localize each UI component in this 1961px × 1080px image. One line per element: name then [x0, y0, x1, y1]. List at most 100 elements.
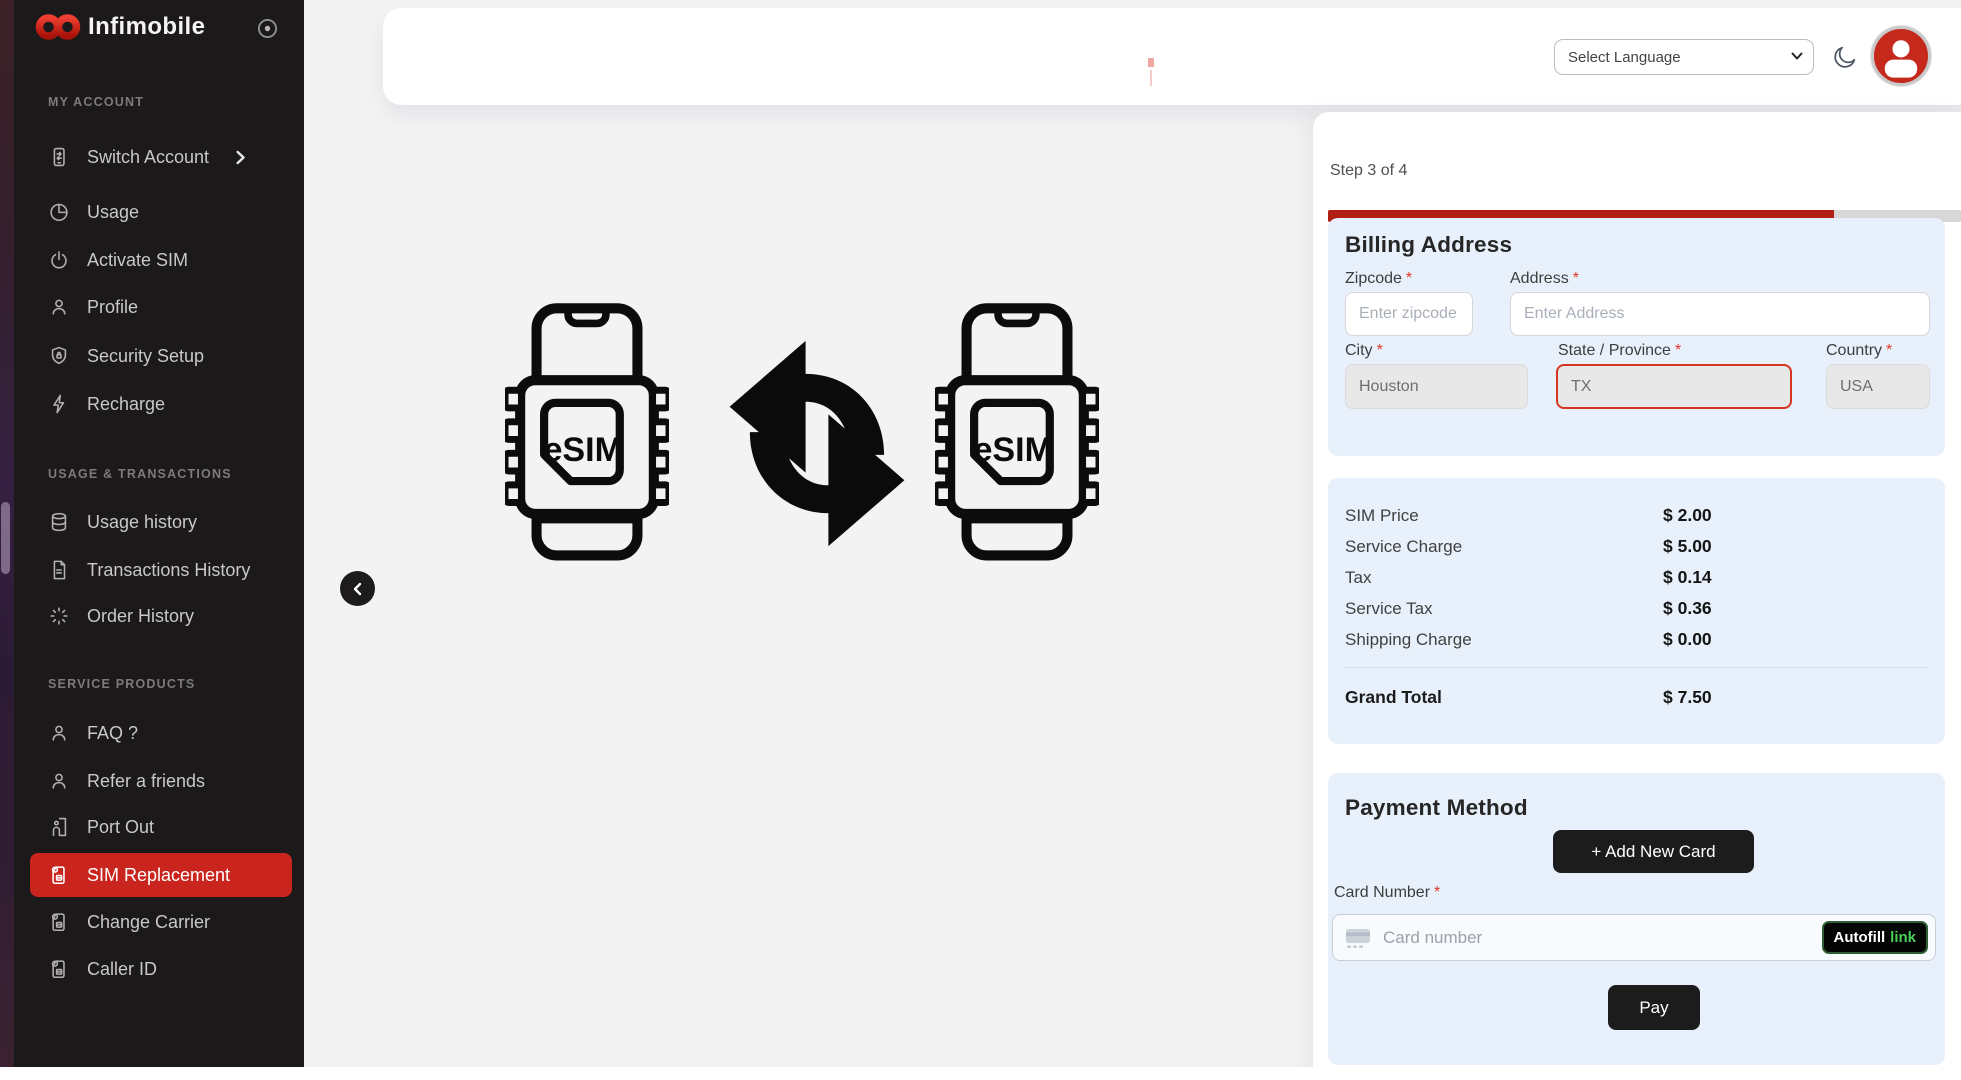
sidebar-item-label: FAQ ? [87, 723, 138, 744]
dark-mode-toggle[interactable] [1832, 44, 1858, 70]
sidebar-item-faq[interactable]: FAQ ? [30, 711, 292, 755]
summary-label: Tax [1345, 568, 1663, 588]
esim-phone-right-illustration: eSIM [935, 302, 1099, 587]
required-asterisk: * [1406, 270, 1412, 287]
back-button[interactable] [340, 571, 375, 606]
top-header-bar: Select Language [383, 8, 1961, 105]
sidebar-item-label: Usage history [87, 512, 197, 533]
sidebar-item-switch-account[interactable]: Switch Account [30, 135, 292, 179]
summary-value: $ 5.00 [1663, 536, 1712, 557]
person-avatar-icon [1874, 29, 1928, 83]
database-icon [48, 511, 70, 533]
sidebar-item-label: Profile [87, 297, 138, 318]
summary-value: $ 0.00 [1663, 629, 1712, 650]
grand-total-row: Grand Total $ 7.50 [1328, 682, 1945, 713]
country-label: Country* [1826, 342, 1892, 360]
sidebar-item-change-carrier[interactable]: Change Carrier [30, 900, 292, 944]
city-input[interactable] [1345, 364, 1528, 409]
state-label: State / Province* [1558, 342, 1681, 360]
billing-address-card: Billing Address Zipcode* Address* City* … [1328, 218, 1945, 456]
sidebar-item-label: Port Out [87, 817, 154, 838]
swap-arrows-icon [722, 332, 912, 555]
card-number-input[interactable] [1373, 928, 1822, 948]
sidebar-item-usage-history[interactable]: Usage history [30, 500, 292, 544]
door-exit-icon [48, 816, 70, 838]
section-label-my-account: MY ACCOUNT [48, 95, 144, 109]
grand-total-label: Grand Total [1345, 687, 1663, 708]
autofill-text: Autofill [1834, 929, 1886, 946]
summary-value: $ 0.14 [1663, 567, 1712, 588]
sidebar-item-label: Transactions History [87, 560, 250, 581]
target-icon[interactable] [256, 17, 279, 40]
card-number-label: Card Number* [1334, 884, 1440, 902]
payment-method-card: Payment Method + Add New Card Card Numbe… [1328, 773, 1945, 1065]
lightning-icon [48, 393, 70, 415]
sidebar-item-port-out[interactable]: Port Out [30, 805, 292, 849]
payment-method-title: Payment Method [1345, 795, 1528, 821]
horizontal-scrollbar-track[interactable] [0, 1067, 1961, 1080]
moon-icon [1832, 44, 1858, 70]
add-new-card-button[interactable]: + Add New Card [1553, 830, 1754, 873]
summary-row: Tax $ 0.14 [1328, 562, 1945, 593]
sidebar-item-activate-sim[interactable]: Activate SIM [30, 238, 292, 282]
sidebar-item-refer-a-friends[interactable]: Refer a friends [30, 759, 292, 803]
zipcode-input[interactable] [1345, 292, 1473, 336]
summary-label: Shipping Charge [1345, 630, 1663, 650]
card-number-field: Autofill link [1332, 914, 1936, 961]
sidebar-item-label: Refer a friends [87, 771, 205, 792]
sim-card-icon [48, 911, 70, 933]
required-asterisk: * [1573, 270, 1579, 287]
spinner-icon [48, 605, 70, 627]
sidebar-item-label: Activate SIM [87, 250, 188, 271]
render-artifact [1148, 58, 1154, 67]
summary-value: $ 0.36 [1663, 598, 1712, 619]
left-scrollbar-thumb[interactable] [1, 502, 10, 574]
chevron-right-icon [232, 149, 249, 166]
billing-address-title: Billing Address [1345, 232, 1512, 258]
sidebar-item-label: Change Carrier [87, 912, 210, 933]
language-select[interactable]: Select Language [1554, 39, 1814, 75]
sidebar-item-label: Caller ID [87, 959, 157, 980]
person-icon [48, 770, 70, 792]
sidebar-item-usage[interactable]: Usage [30, 190, 292, 234]
sidebar-item-profile[interactable]: Profile [30, 285, 292, 329]
required-asterisk: * [1377, 342, 1383, 359]
phone-swap-icon [48, 146, 70, 168]
user-avatar[interactable] [1871, 26, 1931, 86]
section-label-service-products: SERVICE PRODUCTS [48, 677, 195, 691]
esim-chip-label: eSIM [973, 431, 1052, 469]
required-asterisk: * [1886, 342, 1892, 359]
summary-label: Service Tax [1345, 599, 1663, 619]
pay-button[interactable]: Pay [1608, 985, 1700, 1030]
city-label: City* [1345, 342, 1383, 360]
sidebar-item-sim-replacement[interactable]: SIM Replacement [30, 853, 292, 897]
order-summary-card: SIM Price $ 2.00 Service Charge $ 5.00 T… [1328, 478, 1945, 744]
address-input[interactable] [1510, 292, 1930, 336]
autofill-link-badge[interactable]: Autofill link [1822, 921, 1929, 954]
country-input[interactable] [1826, 364, 1930, 409]
address-label: Address* [1510, 270, 1579, 288]
pie-chart-icon [48, 201, 70, 223]
required-asterisk: * [1434, 884, 1440, 901]
step-indicator: Step 3 of 4 [1330, 162, 1407, 180]
autofill-link-text: link [1890, 929, 1916, 946]
section-label-usage-transactions: USAGE & TRANSACTIONS [48, 467, 232, 481]
sidebar-item-recharge[interactable]: Recharge [30, 382, 292, 426]
sidebar-item-security-setup[interactable]: Security Setup [30, 334, 292, 378]
sidebar-item-label: Usage [87, 202, 139, 223]
power-icon [48, 249, 70, 271]
zipcode-label: Zipcode* [1345, 270, 1412, 288]
sidebar-item-order-history[interactable]: Order History [30, 594, 292, 638]
language-selector-wrap: Select Language [1554, 39, 1814, 75]
summary-label: SIM Price [1345, 506, 1663, 526]
required-asterisk: * [1675, 342, 1681, 359]
brand-name: Infimobile [88, 13, 205, 41]
state-input[interactable] [1556, 364, 1792, 409]
sidebar: Infimobile MY ACCOUNT USAGE & TRANSACTIO… [0, 0, 304, 1067]
summary-row: SIM Price $ 2.00 [1328, 500, 1945, 531]
summary-row: Shipping Charge $ 0.00 [1328, 624, 1945, 655]
sidebar-item-caller-id[interactable]: Caller ID [30, 947, 292, 991]
sidebar-item-label: SIM Replacement [87, 865, 230, 886]
sidebar-item-label: Security Setup [87, 346, 204, 367]
sidebar-item-transactions-history[interactable]: Transactions History [30, 548, 292, 592]
